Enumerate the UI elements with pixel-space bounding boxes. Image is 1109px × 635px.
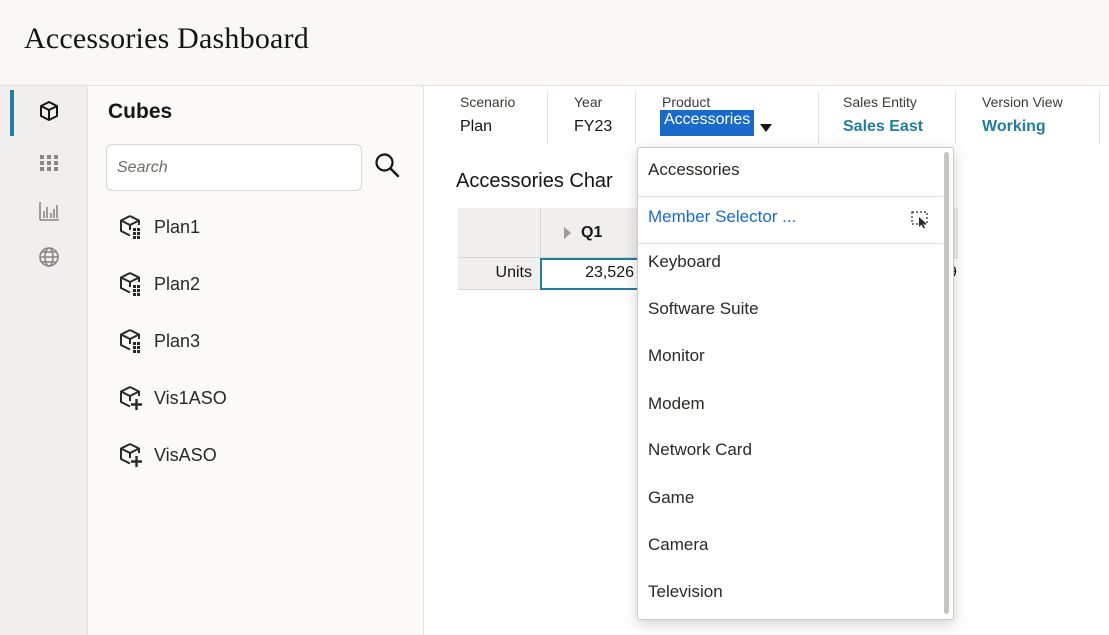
expand-icon[interactable]	[564, 227, 571, 239]
globe-icon	[39, 247, 59, 267]
cube-item-label: Plan3	[154, 330, 201, 351]
search-input[interactable]	[117, 158, 351, 177]
rail-item-cubes[interactable]	[0, 88, 88, 136]
block-cube-icon	[120, 272, 140, 296]
cube-item-visaso[interactable]: VisASO	[118, 440, 217, 470]
pov-scenario-value: Plan	[460, 118, 493, 135]
pov-year-value: FY23	[574, 118, 613, 135]
dashboard-title: Accessories Dashboard	[24, 22, 309, 55]
pov-scenario-label: Scenario	[460, 94, 516, 110]
pov-product-label: Product	[662, 94, 711, 110]
pov-year[interactable]: Year FY23	[548, 92, 636, 144]
pov-year-label: Year	[574, 94, 603, 110]
block-cube-icon	[120, 329, 140, 353]
member-selector-icon[interactable]	[910, 210, 930, 230]
column-divider	[540, 208, 541, 258]
dashboard-header: Accessories Dashboard	[0, 0, 1109, 86]
cube-item-plan2[interactable]: Plan2	[118, 269, 200, 299]
cube-item-label: Vis1ASO	[154, 387, 227, 408]
rail-item-grid[interactable]	[0, 140, 88, 186]
product-select[interactable]: Accessories	[660, 110, 755, 136]
cubes-panel: Cubes Plan1 Plan2 Plan3 V	[88, 86, 424, 635]
product-dropdown-menu: Accessories Member Selector ... Keyboard…	[637, 147, 954, 620]
pov-sales-entity-value: Sales East	[843, 118, 924, 135]
column-header-label: Q1	[581, 224, 603, 241]
rail-item-charts[interactable]	[0, 188, 88, 234]
block-cube-icon	[120, 215, 140, 239]
pov-bar: Scenario Plan Year FY23 Product Accessor…	[424, 86, 1109, 150]
divider	[638, 243, 943, 244]
nav-rail	[0, 86, 88, 635]
dropdown-option[interactable]: Television	[648, 582, 723, 602]
chart-title: Accessories Char	[456, 170, 613, 192]
cube-item-plan1[interactable]: Plan1	[118, 212, 200, 242]
dropdown-scrollbar[interactable]	[944, 152, 949, 614]
row-header-units: Units	[458, 258, 540, 290]
search-icon	[375, 153, 400, 178]
pov-sales-entity-label: Sales Entity	[843, 94, 917, 110]
aggregate-cube-icon	[120, 443, 142, 467]
cube-icon	[40, 101, 58, 121]
pov-scenario[interactable]: Scenario Plan	[448, 92, 548, 144]
dropdown-option[interactable]: Network Card	[648, 440, 752, 460]
search-button[interactable]	[374, 152, 400, 178]
cube-item-vis1aso[interactable]: Vis1ASO	[118, 383, 227, 413]
grid-cell-selected[interactable]: 23,526	[540, 258, 640, 290]
cube-item-label: Plan1	[154, 216, 201, 237]
dropdown-option[interactable]: Modem	[648, 394, 705, 414]
pov-version-view[interactable]: Version View Working	[956, 92, 1100, 144]
dropdown-option[interactable]: Game	[648, 488, 694, 508]
divider	[638, 196, 943, 197]
chevron-down-icon[interactable]	[760, 124, 772, 132]
column-header-q1[interactable]: Q1	[564, 224, 602, 242]
bar-chart-icon	[39, 202, 59, 221]
pov-sales-entity[interactable]: Sales Entity Sales East	[818, 92, 956, 144]
rail-item-globe[interactable]	[0, 234, 88, 280]
search-box	[106, 144, 362, 191]
grid-icon	[40, 155, 58, 171]
dropdown-option[interactable]: Monitor	[648, 346, 705, 366]
pov-version-view-label: Version View	[982, 94, 1063, 110]
dropdown-option[interactable]: Keyboard	[648, 252, 721, 272]
dropdown-option[interactable]: Software Suite	[648, 299, 759, 319]
cube-item-label: Plan2	[154, 273, 201, 294]
cube-item-label: VisASO	[154, 444, 217, 465]
cube-item-plan3[interactable]: Plan3	[118, 326, 200, 356]
dropdown-current-item[interactable]: Accessories	[648, 160, 740, 180]
dropdown-option[interactable]: Camera	[648, 535, 708, 555]
aggregate-cube-icon	[120, 386, 142, 410]
cubes-heading: Cubes	[108, 100, 173, 123]
pov-version-view-value: Working	[982, 118, 1046, 135]
member-selector-link[interactable]: Member Selector ...	[648, 207, 796, 227]
